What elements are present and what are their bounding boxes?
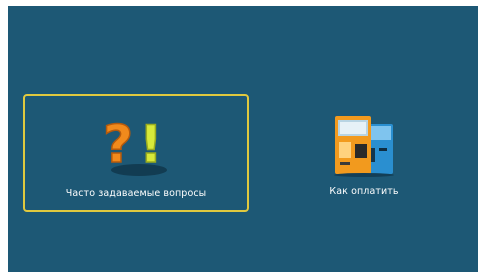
payment-terminal-icon <box>334 116 394 177</box>
svg-text:?: ? <box>103 115 133 175</box>
faq-question-exclamation-icon: ? ! <box>102 114 167 176</box>
faq-tile[interactable]: ? ! Часто задаваемые вопросы <box>23 94 249 212</box>
how-to-pay-tile[interactable]: Как оплатить <box>284 94 444 212</box>
how-to-pay-label: Как оплатить <box>329 186 399 197</box>
faq-label: Часто задаваемые вопросы <box>65 188 207 199</box>
menu-screen: ? ! Часто задаваемые вопросы Как оплатит… <box>8 6 478 272</box>
svg-text:!: ! <box>139 115 163 175</box>
